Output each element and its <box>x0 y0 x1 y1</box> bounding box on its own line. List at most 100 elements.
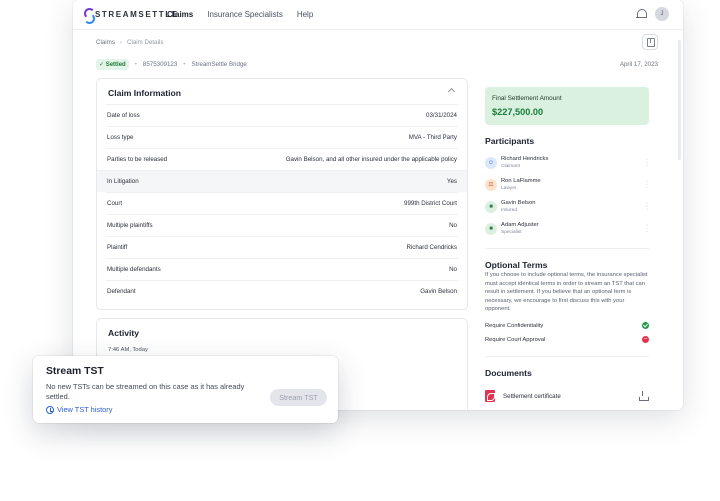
nav-item-claims[interactable]: Claims <box>167 10 193 19</box>
optional-term-label: Require Confidentiality <box>485 323 544 329</box>
row-label: Multiple defendants <box>107 266 161 273</box>
separator-dot: • <box>183 61 186 68</box>
claim-number: 8575309123 <box>142 61 178 68</box>
breadcrumb: Claims › Claim Details <box>96 39 163 46</box>
optional-term-court-approval: Require Court Approval – <box>485 336 649 343</box>
claim-sidebar: Final Settlement Amount $227,500.00 Part… <box>477 78 657 410</box>
more-options-icon[interactable]: · · · <box>645 222 649 235</box>
card-title: Claim Information <box>108 88 182 98</box>
table-row: Court 999th District Court <box>106 192 458 214</box>
row-value: Richard Cendricks <box>406 244 457 251</box>
nav-item-insurance-specialists[interactable]: Insurance Specialists <box>207 10 283 19</box>
claim-status-row: ✓ Settled • 8575309123 • StreamSettle Br… <box>96 59 658 70</box>
breadcrumb-separator-icon: › <box>119 39 122 46</box>
settlement-amount: $227,500.00 <box>492 107 544 117</box>
table-row: Date of loss 03/31/2024 <box>106 104 458 126</box>
participant-name: Ron LaFlamme <box>501 178 541 184</box>
table-row: Parties to be released Gavin Belson, and… <box>106 148 458 170</box>
row-value: No <box>449 266 457 273</box>
notification-bell-icon[interactable] <box>636 9 647 20</box>
row-value: MVA - Third Party <box>408 134 457 141</box>
streamsettle-logo-icon <box>84 8 95 24</box>
app-window: STREAMSETTLE Claims Insurance Specialist… <box>73 0 683 410</box>
participant-item[interactable]: ■ Gavin Belson Insured · · · <box>485 199 649 219</box>
participant-item[interactable]: ⚖ Ron LaFlamme Lawyer · · · <box>485 177 649 197</box>
participant-item[interactable]: ☺ Richard Hendricks Claimant · · · <box>485 155 649 175</box>
row-label: Date of loss <box>107 112 140 119</box>
scrollbar[interactable] <box>678 40 681 160</box>
scale-icon: ⚖ <box>485 179 497 191</box>
row-value: Gavin Belson, and all other insured unde… <box>285 156 457 163</box>
building-icon: ■ <box>485 223 497 235</box>
row-label: Court <box>107 200 123 207</box>
row-value: 03/31/2024 <box>426 112 457 119</box>
table-row: Loss type MVA - Third Party <box>106 126 458 148</box>
more-options-icon[interactable]: · · · <box>645 156 649 169</box>
breadcrumb-claims[interactable]: Claims <box>96 39 115 46</box>
status-badge: ✓ Settled <box>96 59 129 70</box>
participant-role: Claimant <box>501 164 520 169</box>
settlement-summary: Final Settlement Amount $227,500.00 <box>485 87 649 125</box>
optional-term-label: Require Court Approval <box>485 337 546 343</box>
popup-title: Stream TST <box>46 366 104 377</box>
participant-role: Insured <box>501 208 517 213</box>
participant-role: Lawyer <box>501 186 517 191</box>
table-row: Multiple plaintiffs No <box>106 214 458 236</box>
pdf-icon <box>485 390 495 402</box>
nav-item-help[interactable]: Help <box>297 10 313 19</box>
download-icon[interactable] <box>639 391 649 401</box>
participants-heading: Participants <box>485 136 535 146</box>
minus-icon: – <box>642 336 649 343</box>
document-item[interactable]: Settlement certificate <box>485 390 649 404</box>
participant-name: Richard Hendricks <box>501 156 549 162</box>
activity-timestamp: 7:46 AM, Today <box>108 347 148 353</box>
row-value: Gavin Belson <box>420 288 457 295</box>
optional-terms-description: If you choose to include optional terms,… <box>485 272 648 313</box>
stream-tst-button[interactable]: Stream TST <box>270 389 327 406</box>
optional-term-confidentiality: Require Confidentiality <box>485 322 649 329</box>
document-name: Settlement certificate <box>503 393 561 400</box>
row-label: Parties to be released <box>107 156 168 163</box>
avatar: ☺ <box>485 157 497 169</box>
card-title: Activity <box>108 328 140 338</box>
participant-name: Gavin Belson <box>501 200 536 206</box>
claim-information-card: Claim Information Date of loss 03/31/202… <box>96 78 468 310</box>
top-navbar: STREAMSETTLE Claims Insurance Specialist… <box>73 0 683 30</box>
row-label: Plaintiff <box>107 244 128 251</box>
separator-dot: • <box>134 61 137 68</box>
download-button[interactable] <box>642 34 658 50</box>
table-row: Plaintiff Richard Cendricks <box>106 236 458 258</box>
optional-terms-heading: Optional Terms <box>485 260 548 270</box>
documents-heading: Documents <box>485 368 532 378</box>
logo[interactable]: STREAMSETTLE <box>84 8 179 24</box>
more-options-icon[interactable]: · · · <box>645 178 649 191</box>
participant-name: Adam Adjuster <box>501 222 539 228</box>
row-value: Yes <box>446 178 457 185</box>
row-label: Defendant <box>107 288 136 295</box>
view-tst-history-link[interactable]: View TST history <box>46 405 112 414</box>
table-row: In Litigation Yes <box>97 170 467 192</box>
view-tst-history-label: View TST history <box>57 405 113 414</box>
row-label: In Litigation <box>107 178 139 185</box>
user-avatar[interactable]: J <box>655 7 669 21</box>
participant-item[interactable]: ■ Adam Adjuster Specialist · · · <box>485 221 649 241</box>
row-value: 999th District Court <box>404 200 457 207</box>
history-icon <box>46 405 54 414</box>
row-label: Loss type <box>107 134 134 141</box>
chevron-up-icon[interactable] <box>447 87 456 96</box>
check-icon <box>642 322 649 329</box>
popup-message: No new TSTs can be streamed on this case… <box>46 382 245 402</box>
table-row: Defendant Gavin Belson <box>106 280 458 302</box>
divider <box>485 248 649 249</box>
settlement-label: Final Settlement Amount <box>492 95 562 102</box>
claim-company: StreamSettle Bridge <box>191 61 247 68</box>
shield-icon: ■ <box>485 201 497 213</box>
row-value: No <box>449 222 457 229</box>
more-options-icon[interactable]: · · · <box>645 200 649 213</box>
table-row: Multiple defendants No <box>106 258 458 280</box>
row-label: Multiple plaintiffs <box>107 222 153 229</box>
claim-date: April 17, 2023 <box>619 61 658 68</box>
claim-info-rows: Date of loss 03/31/2024 Loss type MVA - … <box>97 104 467 302</box>
breadcrumb-current: Claim Details <box>126 39 164 46</box>
stream-tst-popup: Stream TST No new TSTs can be streamed o… <box>33 356 338 423</box>
